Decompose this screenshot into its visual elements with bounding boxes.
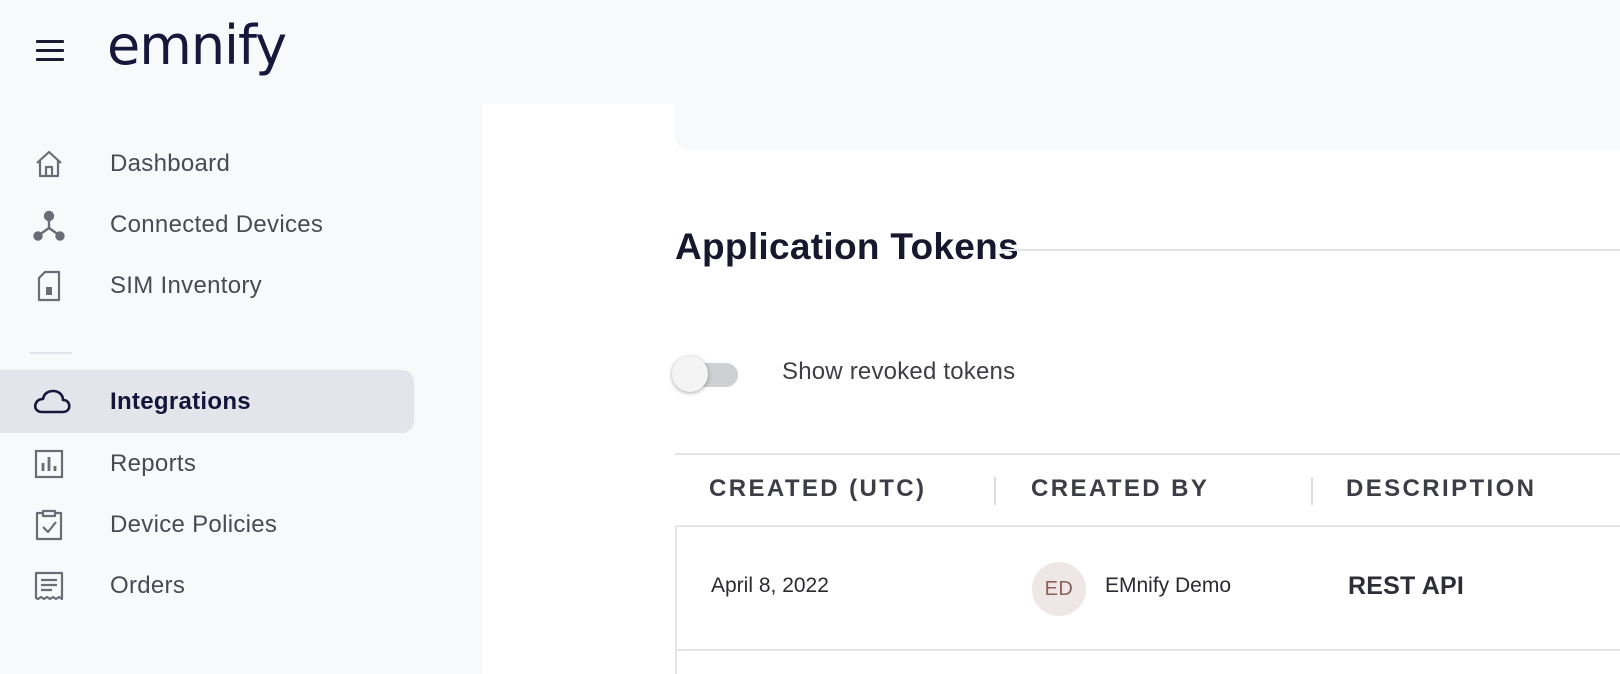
column-separator[interactable] xyxy=(1311,477,1313,505)
sidebar-item-label: Integrations xyxy=(110,387,251,415)
column-header-created[interactable]: CREATED (UTC) xyxy=(709,475,926,503)
sidebar-item-label: Dashboard xyxy=(110,149,231,177)
sidebar-item-sim-inventory[interactable]: SIM Inventory xyxy=(0,254,414,317)
bar-chart-icon xyxy=(32,447,66,481)
cell-created: April 8, 2022 xyxy=(711,574,829,597)
toggle-label: Show revoked tokens xyxy=(782,358,1016,385)
sidebar-item-label: Orders xyxy=(110,571,186,599)
sidebar-item-label: SIM Inventory xyxy=(110,271,262,299)
sidebar-item-label: Reports xyxy=(110,449,197,477)
sidebar-item-dashboard[interactable]: Dashboard xyxy=(0,132,414,195)
sidebar-divider xyxy=(30,352,72,354)
table-row-partial xyxy=(675,649,1620,674)
column-separator[interactable] xyxy=(994,477,996,505)
sim-card-icon xyxy=(32,269,66,303)
section-title: Application Tokens xyxy=(675,226,1019,267)
avatar: ED xyxy=(1032,562,1086,616)
table-header: CREATED (UTC) CREATED BY DESCRIPTION xyxy=(675,453,1620,525)
top-bar: emnify xyxy=(0,0,1620,104)
clipboard-check-icon xyxy=(32,508,66,542)
show-revoked-toggle[interactable] xyxy=(672,356,738,392)
top-panel xyxy=(675,104,1620,150)
home-icon xyxy=(32,147,66,181)
cloud-icon xyxy=(32,385,71,419)
column-header-created-by[interactable]: CREATED BY xyxy=(1031,475,1209,503)
main-content: Application Tokens Show revoked tokens C… xyxy=(482,104,1620,674)
toggle-knob xyxy=(672,356,708,392)
brand-logo[interactable]: emnify xyxy=(107,14,287,77)
receipt-icon xyxy=(32,569,66,603)
sidebar-item-integrations[interactable]: Integrations xyxy=(0,370,414,433)
sidebar-item-orders[interactable]: Orders xyxy=(0,554,414,617)
cell-description: REST API xyxy=(1348,572,1464,600)
column-header-description[interactable]: DESCRIPTION xyxy=(1346,475,1536,503)
cell-created-by: EMnify Demo xyxy=(1105,574,1232,597)
table-row[interactable]: April 8, 2022 ED EMnify Demo REST API xyxy=(675,525,1620,651)
sidebar-item-reports[interactable]: Reports xyxy=(0,432,414,495)
menu-icon[interactable] xyxy=(36,40,64,62)
sidebar-item-connected-devices[interactable]: Connected Devices xyxy=(0,193,414,256)
sidebar-item-label: Device Policies xyxy=(110,510,278,538)
sidebar-item-device-policies[interactable]: Device Policies xyxy=(0,493,414,556)
network-icon xyxy=(32,208,66,242)
sidebar: Dashboard Connected Devices SIM Inventor… xyxy=(0,104,482,674)
sidebar-item-label: Connected Devices xyxy=(110,210,324,238)
title-divider xyxy=(1001,249,1620,251)
